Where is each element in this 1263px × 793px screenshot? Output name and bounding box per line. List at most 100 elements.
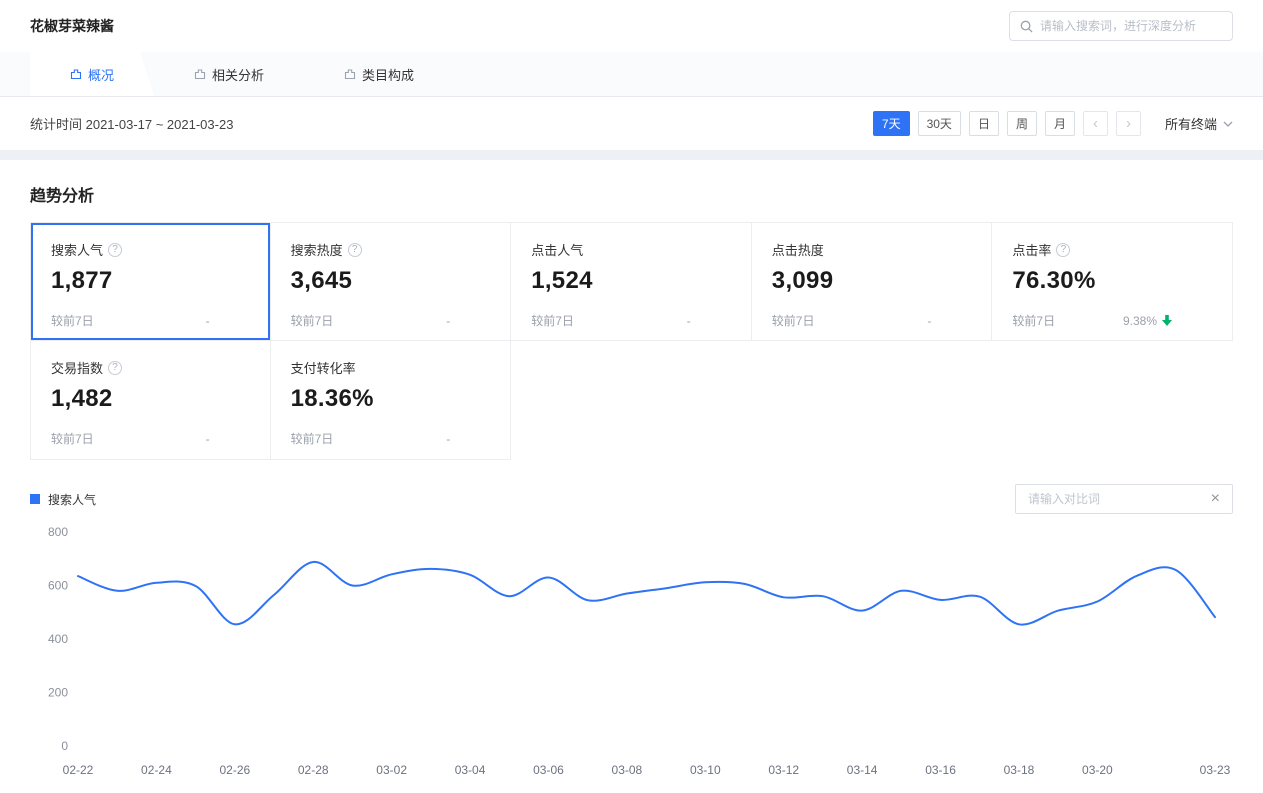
x-axis-tick: 03-10 [690, 763, 721, 777]
clear-compare-icon[interactable]: × [1211, 491, 1220, 507]
range-button-week[interactable]: 周 [1006, 111, 1037, 136]
range-button-30d[interactable]: 30天 [917, 111, 961, 136]
metric-label: 点击热度 [771, 243, 824, 258]
page-title: 花椒芽菜辣酱 [30, 18, 114, 34]
compare-word-box: × [1015, 484, 1233, 514]
y-axis-tick: 400 [48, 632, 68, 646]
metric-card-click-popularity[interactable]: 点击人气 1,524 较前7日 - [511, 222, 752, 341]
info-icon[interactable]: ? [108, 360, 123, 375]
metric-card-click-heat[interactable]: 点击热度 3,099 较前7日 - [751, 222, 993, 341]
metric-compare-label: 较前7日 [51, 432, 94, 446]
metric-compare-value: - [446, 431, 451, 446]
metric-label: 支付转化率 [290, 361, 356, 376]
legend-label: 搜索人气 [48, 492, 97, 507]
chart-header: 搜索人气 × [30, 484, 1233, 514]
metric-compare-row: 较前7日 - [531, 312, 731, 329]
y-axis-tick: 0 [61, 739, 68, 753]
x-axis-tick: 02-22 [63, 763, 94, 777]
metric-compare-row: 较前7日 - [291, 312, 491, 329]
y-axis-tick: 800 [48, 525, 68, 539]
tab-overview[interactable]: 概况 [30, 52, 154, 96]
x-axis-tick: 03-23 [1200, 763, 1231, 777]
metric-compare-row: 较前7日 - [772, 312, 972, 329]
metric-card-search-heat[interactable]: 搜索热度? 3,645 较前7日 - [270, 222, 512, 341]
y-axis-tick: 200 [48, 686, 68, 700]
metric-compare-value: - [927, 313, 932, 328]
metric-card-grid: 搜索人气? 1,877 较前7日 - 搜索热度? 3,645 较前7日 - 点击人气 1,524 较… [30, 222, 1233, 460]
metric-card-transaction-index[interactable]: 交易指数? 1,482 较前7日 - [30, 341, 271, 460]
x-axis-tick: 03-12 [768, 763, 799, 777]
metric-value: 76.30% [1012, 267, 1096, 294]
filter-controls: 7天 30天日周月 ‹ › 所有终端 [872, 111, 1233, 136]
compare-word-input[interactable] [1028, 492, 1203, 506]
stat-time-label: 统计时间 2021-03-17 ~ 2021-03-23 [30, 117, 234, 132]
x-axis-tick: 02-26 [219, 763, 250, 777]
series-line-search-popularity [77, 560, 1216, 626]
info-icon[interactable]: ? [108, 242, 123, 257]
range-button-group: 7天 30天日周月 [872, 111, 1075, 136]
metric-compare-label: 较前7日 [1012, 314, 1056, 328]
x-axis-tick: 02-24 [141, 763, 172, 777]
trend-analysis-card: 趋势分析 搜索人气? 1,877 较前7日 - 搜索热度? 3,645 较前7日 - 点击人气 1… [0, 160, 1263, 793]
x-axis-tick: 03-14 [847, 763, 878, 777]
metric-label: 搜索热度 [290, 243, 343, 258]
x-axis-tick: 03-04 [455, 763, 486, 777]
prev-period-button[interactable]: ‹ [1082, 111, 1108, 136]
x-axis-tick: 03-02 [376, 763, 407, 777]
metric-compare-row: 较前7日 - [291, 430, 491, 447]
range-button-7d[interactable]: 7天 [872, 111, 910, 136]
caret-down-icon [1223, 121, 1233, 127]
metric-value: 3,099 [771, 267, 834, 294]
info-icon[interactable]: ? [347, 242, 362, 257]
metric-value: 18.36% [290, 385, 374, 412]
range-button-month[interactable]: 月 [1044, 111, 1075, 136]
metric-compare-value: - [205, 431, 210, 446]
tab-category-composition[interactable]: 类目构成 [304, 52, 454, 96]
metric-value: 3,645 [290, 267, 353, 294]
metric-compare-row: 较前7日 - [51, 312, 250, 329]
metric-label: 交易指数 [51, 361, 104, 376]
trend-chart: 0 200 400 600 800 02-22 02-24 02-26 02-28 03-02 03… [30, 518, 1233, 786]
x-axis-tick: 03-16 [925, 763, 956, 777]
filter-bar: 统计时间 2021-03-17 ~ 2021-03-23 7天 30天日周月 ‹ … [0, 97, 1263, 150]
metric-compare-row: 较前7日 - [51, 430, 250, 447]
tab-label: 概况 [88, 67, 115, 83]
metric-compare-label: 较前7日 [290, 314, 334, 328]
down-arrow-icon [1162, 315, 1172, 326]
terminal-dropdown[interactable]: 所有终端 [1165, 114, 1233, 133]
tab-icon-related-analysis [194, 68, 206, 80]
section-title: 趋势分析 [30, 188, 95, 205]
next-period-button[interactable]: › [1115, 111, 1141, 136]
metric-compare-value: - [686, 313, 691, 328]
search-icon [1020, 20, 1033, 33]
chart-legend-search-popularity[interactable]: 搜索人气 [30, 491, 96, 508]
metric-compare-value: - [205, 313, 210, 328]
metric-compare-row: 较前7日 9.38% [1012, 312, 1212, 329]
metric-label: 搜索人气 [51, 243, 104, 258]
tab-label: 相关分析 [212, 67, 265, 83]
metric-compare-value: 9.38% [1122, 313, 1157, 328]
tab-bar: 概况 相关分析 类目构成 [0, 52, 1263, 97]
metric-compare-label: 较前7日 [531, 314, 574, 328]
metric-label: 点击人气 [531, 243, 584, 258]
x-axis-tick: 03-18 [1004, 763, 1035, 777]
metric-card-search-popularity[interactable]: 搜索人气? 1,877 较前7日 - [30, 222, 271, 341]
metric-compare-value: - [446, 313, 451, 328]
metric-card-pay-conversion[interactable]: 支付转化率 18.36% 较前7日 - [270, 341, 512, 460]
tab-related-analysis[interactable]: 相关分析 [154, 52, 304, 96]
search-box [1009, 11, 1233, 41]
tab-icon-category-composition [344, 68, 356, 80]
search-input[interactable] [1040, 19, 1222, 33]
x-axis-tick: 03-08 [612, 763, 643, 777]
metric-value: 1,524 [531, 267, 593, 294]
tab-icon-overview [70, 68, 82, 80]
metric-compare-label: 较前7日 [290, 432, 334, 446]
metric-card-click-rate[interactable]: 点击率? 76.30% 较前7日 9.38% [992, 222, 1233, 341]
range-button-day[interactable]: 日 [968, 111, 999, 136]
legend-swatch [30, 494, 40, 504]
terminal-label: 所有终端 [1164, 117, 1217, 132]
info-icon[interactable]: ? [1056, 242, 1071, 257]
metric-value: 1,877 [51, 267, 113, 294]
x-axis-tick: 03-06 [533, 763, 564, 777]
metric-compare-label: 较前7日 [51, 314, 94, 328]
